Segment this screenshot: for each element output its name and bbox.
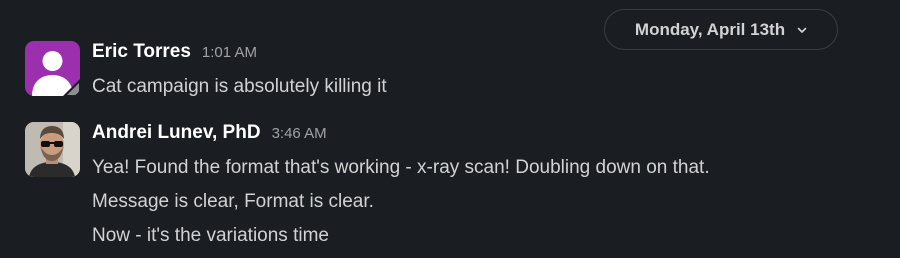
- date-divider-label: Monday, April 13th: [634, 19, 786, 39]
- message-text-line: Message is clear, Format is clear.: [92, 191, 374, 212]
- avatar[interactable]: [25, 41, 80, 96]
- date-divider-button[interactable]: Monday, April 13th: [604, 9, 838, 50]
- timestamp[interactable]: 3:46 AM: [272, 125, 327, 142]
- photo-avatar-icon: [25, 122, 80, 177]
- message-header: Andrei Lunev, PhD 3:46 AM: [92, 122, 327, 144]
- message-header: Eric Torres 1:01 AM: [92, 41, 257, 63]
- avatar[interactable]: [25, 122, 80, 177]
- chevron-down-icon: [797, 27, 807, 33]
- message-text: Cat campaign is absolutely killing it: [92, 76, 387, 97]
- timestamp[interactable]: 1:01 AM: [202, 44, 257, 61]
- author-name[interactable]: Eric Torres: [92, 41, 191, 63]
- presence-status-icon: [63, 79, 80, 96]
- message-text-line: Now - it's the variations time: [92, 225, 329, 246]
- message-text-line: Yea! Found the format that's working - x…: [92, 157, 710, 178]
- author-name[interactable]: Andrei Lunev, PhD: [92, 122, 261, 144]
